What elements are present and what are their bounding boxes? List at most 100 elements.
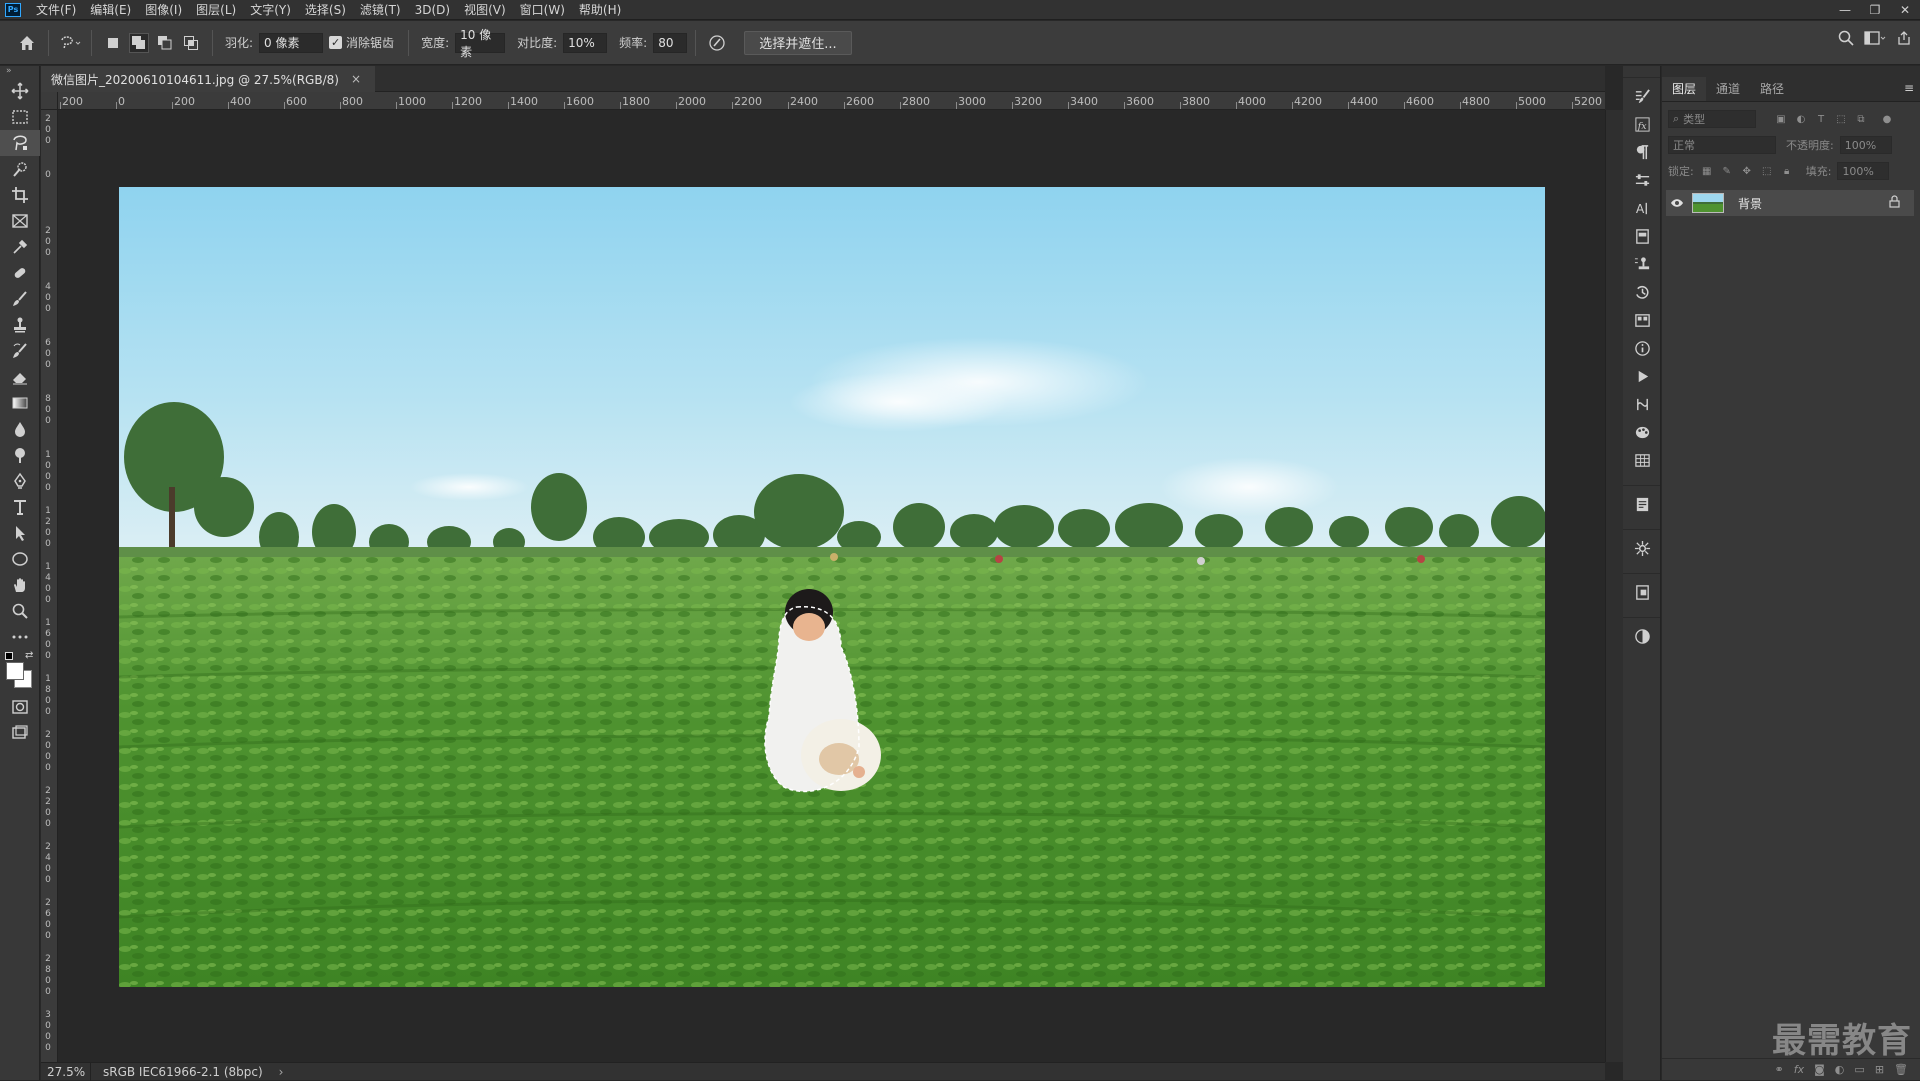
filter-adjustment-icon[interactable]: ◐ [1794,112,1808,126]
notes-icon[interactable] [1623,490,1661,518]
adjustments-sliders-icon[interactable] [1623,166,1661,194]
new-layer-icon[interactable]: ⊞ [1875,1063,1884,1076]
quick-mask-icon[interactable] [0,694,40,720]
crop-tool-icon[interactable] [0,182,40,208]
gradient-tool-icon[interactable] [0,390,40,416]
history-icon[interactable] [1623,278,1661,306]
adjustments-icon[interactable] [1623,622,1661,650]
menu-item[interactable]: 图层(L) [189,0,243,20]
blur-tool-icon[interactable] [0,416,40,442]
info-icon[interactable] [1623,334,1661,362]
lasso-tool-icon[interactable] [0,130,40,156]
paths-icon[interactable] [1623,390,1661,418]
actions-play-icon[interactable] [1623,362,1661,390]
paragraph-icon[interactable] [1623,138,1661,166]
foreground-color-swatch[interactable] [6,662,24,680]
restore-button[interactable]: ❐ [1860,0,1890,20]
frequency-input[interactable]: 80 [653,32,688,53]
share-icon[interactable] [1896,30,1912,49]
menu-item[interactable]: 图像(I) [138,0,189,20]
more-tools-icon[interactable] [0,624,40,650]
filter-shape-icon[interactable]: ⬚ [1834,112,1848,126]
width-input[interactable]: 10 像素 [455,28,506,59]
filter-type-icon[interactable]: T [1814,112,1828,126]
color-palette-icon[interactable] [1623,418,1661,446]
properties-icon[interactable] [1623,534,1661,562]
menu-item[interactable]: 窗口(W) [513,0,572,20]
hand-tool-icon[interactable] [0,572,40,598]
styles-fx-icon[interactable]: fx [1623,110,1661,138]
intersect-selection-mode[interactable] [181,33,201,53]
layer-filter-select[interactable]: ⌕ 类型 [1668,110,1756,128]
home-icon[interactable] [14,30,40,56]
antialias-checkbox[interactable]: ✓ [329,36,343,49]
path-selection-tool-icon[interactable] [0,520,40,546]
swap-colors-icon[interactable]: ⇄ [25,650,33,661]
layer-visibility-eye-icon[interactable] [1666,198,1688,208]
filter-pixel-icon[interactable]: ▣ [1774,112,1788,126]
eraser-tool-icon[interactable] [0,364,40,390]
layer-lock-icon[interactable] [1889,195,1900,211]
search-icon[interactable] [1838,30,1854,49]
menu-item[interactable]: 编辑(E) [83,0,138,20]
history-brush-tool-icon[interactable] [0,338,40,364]
dodge-tool-icon[interactable] [0,442,40,468]
feather-input[interactable]: 0 像素 [259,32,324,53]
document-tab[interactable]: 微信图片_20200610104611.jpg @ 27.5%(RGB/8) × [41,66,375,92]
subtract-from-selection-mode[interactable] [155,33,175,53]
default-colors-icon[interactable] [5,652,13,660]
vertical-scrollbar[interactable] [1605,110,1623,1062]
delete-layer-icon[interactable]: 🗑︎ [1894,1063,1908,1076]
new-adjustment-layer-icon[interactable]: ◐ [1835,1063,1845,1076]
menu-item[interactable]: 3D(D) [408,0,457,20]
grid-table-icon[interactable] [1623,446,1661,474]
menu-item[interactable]: 选择(S) [298,0,353,20]
opacity-input[interactable]: 100% [1839,136,1892,154]
quick-selection-tool-icon[interactable] [0,156,40,182]
clone-source-icon[interactable] [1623,250,1661,278]
type-tool-icon[interactable] [0,494,40,520]
eyedropper-tool-icon[interactable] [0,234,40,260]
zoom-tool-icon[interactable] [0,598,40,624]
close-button[interactable]: ✕ [1890,0,1920,20]
ellipse-tool-icon[interactable] [0,546,40,572]
menu-item[interactable]: 文字(Y) [243,0,298,20]
tab-channels[interactable]: 通道 [1706,77,1750,101]
tab-paths[interactable]: 路径 [1750,77,1794,101]
brush-settings-icon[interactable] [1623,82,1661,110]
panel-collapse-strip[interactable] [1662,66,1920,76]
menu-item[interactable]: 滤镜(T) [353,0,408,20]
status-menu-arrow-icon[interactable]: › [279,1065,284,1079]
pen-pressure-icon[interactable] [704,30,730,56]
filter-smart-object-icon[interactable]: ⧉ [1854,112,1868,126]
move-tool-icon[interactable] [0,78,40,104]
link-layers-icon[interactable]: ⚭ [1775,1063,1784,1076]
screen-mode-icon[interactable] [0,720,40,746]
layer-style-fx-icon[interactable]: fx [1794,1063,1804,1076]
magnetic-lasso-preset-icon[interactable] [57,30,83,56]
color-swatches[interactable]: ⇄ [0,650,39,694]
tab-layers[interactable]: 图层 [1662,77,1707,101]
zoom-level-field[interactable]: 27.5% [41,1062,91,1081]
healing-brush-tool-icon[interactable] [0,260,40,286]
fill-input[interactable]: 100% [1837,162,1890,180]
menu-item[interactable]: 文件(F) [29,0,83,20]
vertical-ruler[interactable]: 200 0 200 400 600 800 1000 1200 1400 1600 1800 2000… [41,110,58,1062]
filter-toggle-icon[interactable]: ● [1880,112,1894,126]
canvas-area[interactable] [58,110,1605,1062]
brush-tool-icon[interactable] [0,286,40,312]
pen-tool-icon[interactable] [0,468,40,494]
lock-image-pixels-icon[interactable]: ✎ [1720,164,1734,178]
document-image[interactable] [119,187,1545,987]
dock-collapse-strip[interactable] [1623,66,1660,78]
new-group-icon[interactable]: ▭ [1854,1063,1864,1076]
menu-item[interactable]: 视图(V) [457,0,513,20]
menu-item[interactable]: 帮助(H) [572,0,628,20]
marquee-tool-icon[interactable] [0,104,40,130]
libraries-icon[interactable] [1623,306,1661,334]
layer-row-background[interactable]: 背景 [1666,190,1914,216]
character-icon[interactable]: A [1623,194,1661,222]
add-to-selection-mode[interactable] [129,32,149,53]
collapse-toolbar-icon[interactable]: » [0,66,39,78]
lock-artboard-icon[interactable]: ⬚ [1760,164,1774,178]
